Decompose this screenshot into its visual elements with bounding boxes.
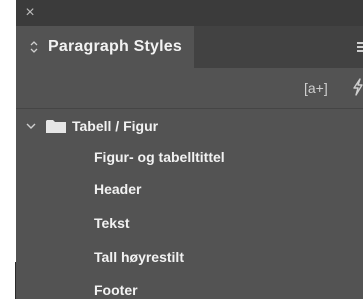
style-item[interactable]: Figur- og tabelltittel bbox=[16, 142, 363, 172]
style-item[interactable]: Header bbox=[16, 174, 363, 204]
style-item-label: Tall høyrestilt bbox=[94, 249, 184, 265]
tab-toggle-icon[interactable] bbox=[30, 40, 38, 54]
panel-titlebar: × bbox=[16, 0, 363, 26]
tab-label: Paragraph Styles bbox=[48, 38, 182, 55]
chevron-down-icon[interactable] bbox=[26, 121, 36, 131]
close-icon[interactable]: × bbox=[24, 5, 36, 21]
style-group-row[interactable]: Tabell / Figur bbox=[16, 112, 363, 140]
lightning-icon[interactable] bbox=[352, 78, 363, 96]
tab-paragraph-styles[interactable]: Paragraph Styles bbox=[16, 26, 194, 68]
style-item[interactable]: Footer bbox=[16, 275, 363, 305]
folder-icon bbox=[46, 119, 66, 133]
left-strip bbox=[0, 0, 16, 299]
style-item[interactable]: Tall høyrestilt bbox=[16, 242, 363, 272]
new-style-group-button[interactable]: [a+] bbox=[304, 80, 328, 96]
panel-tabbar: Paragraph Styles bbox=[16, 26, 363, 68]
style-item-label: Tekst bbox=[94, 215, 130, 231]
style-item-label: Figur- og tabelltittel bbox=[94, 149, 225, 165]
style-item-label: Footer bbox=[94, 282, 138, 298]
paragraph-styles-panel: × Paragraph Styles [a+] Tabell / Figur F… bbox=[16, 0, 363, 299]
style-item-label: Header bbox=[94, 181, 142, 197]
toolbar-divider bbox=[16, 108, 363, 109]
panel-menu-icon[interactable] bbox=[357, 42, 363, 54]
style-group-label: Tabell / Figur bbox=[72, 118, 159, 134]
style-item[interactable]: Tekst bbox=[16, 208, 363, 238]
